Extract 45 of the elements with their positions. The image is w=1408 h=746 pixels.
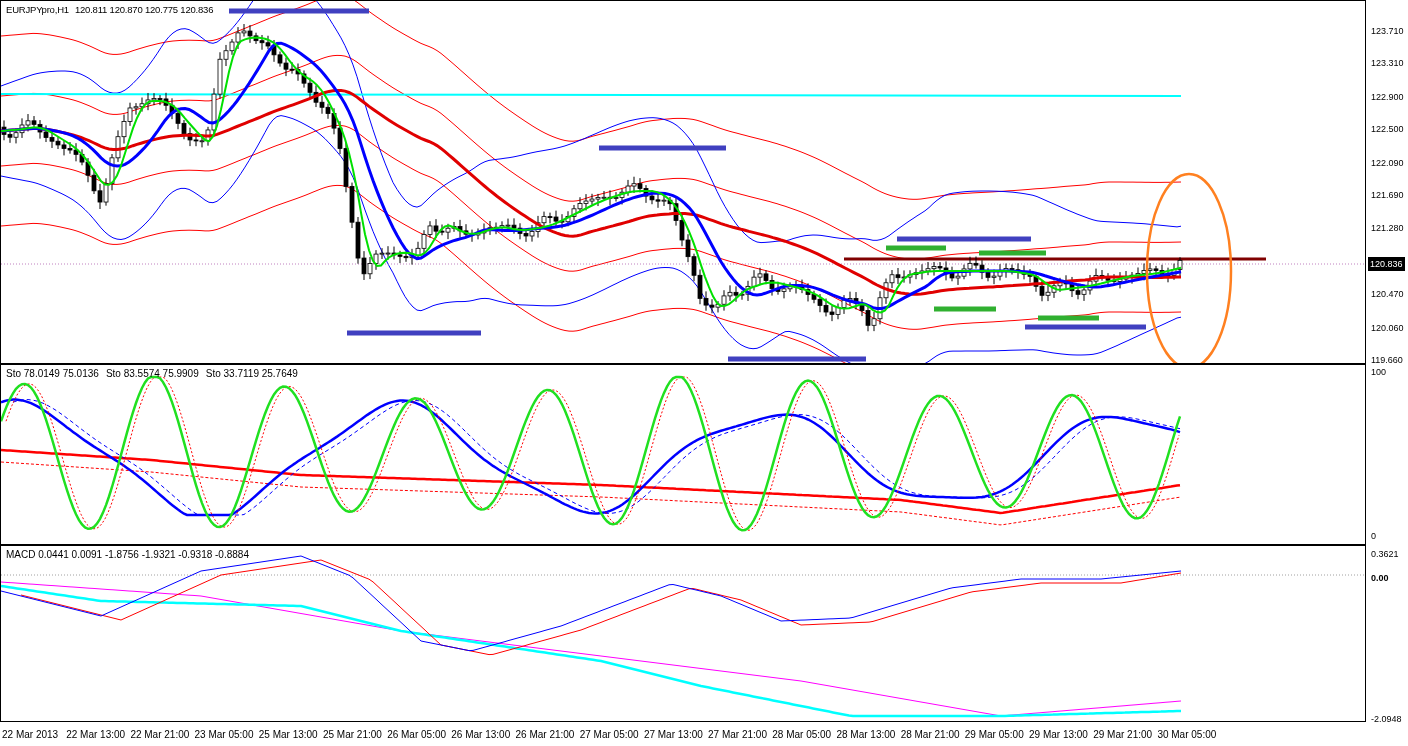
time-label: 25 Mar 21:00: [322, 728, 383, 740]
level-bar: [886, 245, 946, 251]
time-label: 27 Mar 21:00: [708, 728, 768, 740]
time-label: 29 Mar 21:00: [1093, 728, 1154, 740]
symbol-label: EURJPYpro,H1: [6, 4, 69, 15]
scale-label: 100: [1370, 366, 1387, 379]
time-label: 22 Mar 2013: [2, 728, 60, 740]
indicator-legend: Sto 83.5574 75.9909: [105, 368, 199, 379]
scale-label: 0.00: [1370, 572, 1389, 586]
time-label: 28 Mar 21:00: [900, 728, 961, 740]
time-label: 26 Mar 21:00: [515, 728, 576, 740]
time-label: 30 Mar 05:00: [1157, 728, 1218, 740]
time-label: 22 Mar 13:00: [66, 728, 127, 740]
indicator-legend: Sto 78.0149 75.0136: [6, 368, 99, 379]
time-label: 27 Mar 13:00: [643, 728, 704, 740]
price-label: 123.310: [1370, 57, 1404, 71]
time-label: 22 Mar 21:00: [130, 728, 191, 740]
time-label: 26 Mar 13:00: [451, 728, 512, 740]
quote-label: 120.811 120.870 120.775 120.836: [74, 4, 214, 15]
price-label: 122.900: [1370, 90, 1404, 104]
price-label: 120.060: [1370, 321, 1404, 335]
time-label: 29 Mar 05:00: [964, 728, 1025, 740]
price-label: 122.090: [1370, 156, 1404, 170]
time-label: 23 Mar 05:00: [194, 728, 255, 740]
level-bar: [979, 250, 1046, 256]
scale-label: 0.3621: [1370, 548, 1399, 561]
indicator-legend: MACD 0.0441 0.0091 -1.8756 -1.9321 -0.9318 -0.8884: [6, 549, 249, 560]
time-label: 25 Mar 13:00: [258, 728, 319, 740]
price-label: 120.470: [1370, 288, 1404, 302]
time-label: 26 Mar 05:00: [387, 728, 448, 740]
current-price-label: 120.836: [1368, 257, 1405, 272]
price-label: 121.690: [1370, 189, 1404, 203]
level-bar: [934, 306, 996, 312]
scale-label: 0: [1370, 530, 1376, 543]
price-label: 122.500: [1370, 123, 1404, 137]
price-label: 123.710: [1370, 25, 1404, 38]
time-label: 27 Mar 05:00: [579, 728, 640, 740]
scale-label: -2.0948: [1370, 713, 1402, 726]
indicator-legend: Sto 33.7119 25.7649: [205, 368, 298, 379]
time-label: 29 Mar 13:00: [1029, 728, 1089, 740]
price-label: 121.280: [1370, 222, 1404, 236]
level-bar: [1038, 315, 1099, 321]
price-label: 119.660: [1370, 354, 1403, 367]
time-label: 28 Mar 05:00: [772, 728, 833, 740]
time-label: 28 Mar 13:00: [836, 728, 897, 740]
